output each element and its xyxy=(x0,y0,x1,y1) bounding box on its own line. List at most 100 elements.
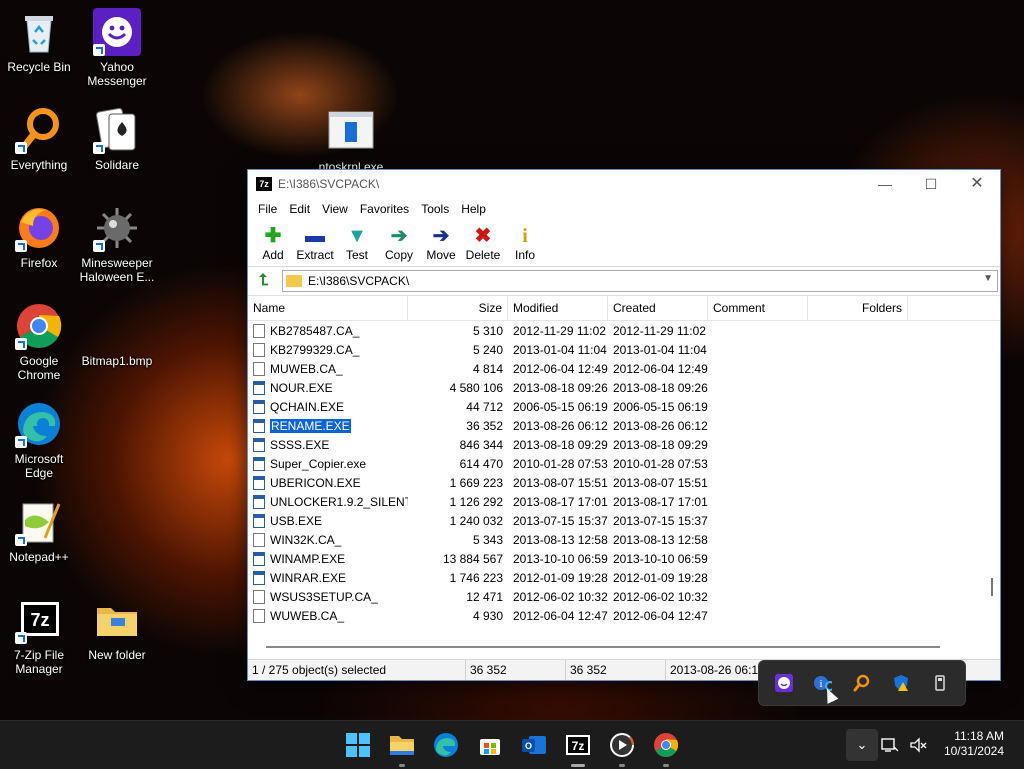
column-modified[interactable]: Modified xyxy=(508,296,608,320)
column-size[interactable]: Size xyxy=(408,296,508,320)
media-player-taskbar[interactable] xyxy=(606,729,638,767)
folder-up-button[interactable]: ⮤ xyxy=(252,270,276,292)
desktop-icon-ntoskrnl[interactable]: ntoskrnl.exe xyxy=(312,108,390,174)
minimize-button[interactable]: — xyxy=(862,170,908,198)
column-created[interactable]: Created xyxy=(608,296,708,320)
exe-file-icon xyxy=(327,108,375,156)
address-field[interactable]: E:\I386\SVCPACK\ ▼ xyxy=(282,270,998,292)
desktop-icon-minesweeper[interactable]: Minesweeper Haloween E... xyxy=(78,204,156,284)
store-taskbar[interactable] xyxy=(474,729,506,761)
file-row[interactable]: UBERICON.EXE 1 669 223 2013-08-07 15:51 201… xyxy=(248,473,1000,492)
network-icon[interactable] xyxy=(878,729,902,761)
defender-warning-icon[interactable] xyxy=(892,674,910,692)
file-icon xyxy=(253,361,265,376)
sevenzip-window: 7z E:\I386\SVCPACK\ — ☐ ✕ File Edit View… xyxy=(247,169,1001,681)
file-row[interactable]: SSSS.EXE 846 344 2013-08-18 09:29 2013-08-1… xyxy=(248,435,1000,454)
menu-view[interactable]: View xyxy=(316,202,354,216)
file-row[interactable]: UNLOCKER1.9.2_SILENT... 1 126 292 2013-08-… xyxy=(248,492,1000,511)
file-row[interactable]: QCHAIN.EXE 44 712 2006-05-15 06:19 2006-05-… xyxy=(248,397,1000,416)
exe-file-icon xyxy=(253,494,265,509)
desktop-icon-yahoo-messenger[interactable]: Yahoo Messenger xyxy=(78,8,156,88)
file-row[interactable]: Super_Copier.exe 614 470 2010-01-28 07:53 2… xyxy=(248,454,1000,473)
file-row[interactable]: MUWEB.CA_ 4 814 2012-06-04 12:49 2012-06-04… xyxy=(248,359,1000,378)
shortcut-arrow-icon xyxy=(15,240,27,252)
desktop-icon-edge[interactable]: Microsoft Edge xyxy=(0,400,78,480)
move-icon: ➔ xyxy=(432,225,450,247)
file-created: 2012-01-09 19:28 xyxy=(613,570,708,585)
scrollbar-thumb[interactable] xyxy=(991,578,993,596)
column-name[interactable]: Name xyxy=(248,296,408,320)
file-created: 2013-08-07 15:51 xyxy=(613,475,708,490)
copy-button[interactable]: ➔ Copy xyxy=(378,220,420,262)
file-row[interactable]: WSUS3SETUP.CA_ 12 471 2012-06-02 10:32 2012… xyxy=(248,587,1000,606)
status-size: 36 352 xyxy=(466,660,566,680)
desktop-icon-label: 7-Zip File Manager xyxy=(13,648,64,676)
horizontal-scrollbar[interactable] xyxy=(266,646,940,648)
desktop-icon-everything[interactable]: Everything xyxy=(0,106,78,172)
start-button[interactable] xyxy=(342,729,374,761)
file-name-cell: KB2799329.CA_ xyxy=(248,342,408,357)
search-tray-icon[interactable] xyxy=(853,674,871,692)
desktop-icon-7zip[interactable]: 7z 7-Zip File Manager xyxy=(0,596,78,676)
address-bar: ⮤ E:\I386\SVCPACK\ ▼ xyxy=(248,267,1000,296)
file-explorer-taskbar[interactable] xyxy=(386,729,418,767)
clock[interactable]: 11:18 AM 10/31/2024 xyxy=(944,729,1004,759)
menu-favorites[interactable]: Favorites xyxy=(354,202,415,216)
menu-file[interactable]: File xyxy=(252,202,283,216)
file-name-cell: WIN32K.CA_ xyxy=(248,532,408,547)
file-size: 1 746 223 xyxy=(449,570,503,585)
running-indicator xyxy=(663,764,669,767)
file-name: KB2799329.CA_ xyxy=(270,342,360,357)
edge-taskbar[interactable] xyxy=(430,729,462,761)
desktop-icon-new-folder[interactable]: New folder xyxy=(78,596,156,662)
volume-muted-icon[interactable] xyxy=(906,729,930,761)
file-modified: 2010-01-28 07:53 xyxy=(513,456,608,471)
add-button[interactable]: ✚ Add xyxy=(252,220,294,262)
file-row[interactable]: WINRAR.EXE 1 746 223 2012-01-09 19:28 2012-… xyxy=(248,568,1000,587)
file-modified: 2013-08-26 06:12 xyxy=(513,418,608,433)
column-folders[interactable]: Folders xyxy=(808,296,908,320)
desktop-icon-firefox[interactable]: Firefox xyxy=(0,204,78,270)
desktop-icon-chrome[interactable]: Google Chrome xyxy=(0,302,78,382)
extract-button[interactable]: ▬ Extract xyxy=(294,220,336,262)
delete-button[interactable]: ✖ Delete xyxy=(462,220,504,262)
file-row[interactable]: NOUR.EXE 4 580 106 2013-08-18 09:26 2013-08… xyxy=(248,378,1000,397)
move-button[interactable]: ➔ Move xyxy=(420,220,462,262)
desktop-icon-recycle-bin[interactable]: Recycle Bin xyxy=(0,8,78,74)
menu-edit[interactable]: Edit xyxy=(283,202,316,216)
desktop-icon-notepadpp[interactable]: Notepad++ xyxy=(0,498,78,564)
test-button[interactable]: ▼ Test xyxy=(336,220,378,262)
usb-eject-icon[interactable] xyxy=(931,674,949,692)
show-hidden-icons-button[interactable]: ⌄ xyxy=(846,729,878,761)
file-created: 2013-10-10 06:59 xyxy=(613,551,708,566)
file-row[interactable]: WUWEB.CA_ 4 930 2012-06-04 12:47 2012-06-04… xyxy=(248,606,1000,625)
clock-date: 10/31/2024 xyxy=(943,744,1004,758)
yahoo-messenger-tray-icon[interactable] xyxy=(775,674,794,692)
maximize-button[interactable]: ☐ xyxy=(908,170,954,198)
column-headers: Name Size Modified Created Comment Folde… xyxy=(248,296,1000,321)
outlook-taskbar[interactable]: O xyxy=(518,729,550,761)
move-label: Move xyxy=(426,248,456,262)
menu-help[interactable]: Help xyxy=(455,202,492,216)
file-row[interactable]: USB.EXE 1 240 032 2013-07-15 15:37 2013-07-… xyxy=(248,511,1000,530)
file-row[interactable]: WINAMP.EXE 13 884 567 2013-10-10 06:59 2013… xyxy=(248,549,1000,568)
info-button[interactable]: i Info xyxy=(504,220,546,262)
file-modified: 2012-06-04 12:49 xyxy=(513,361,608,376)
file-row[interactable]: KB2785487.CA_ 5 310 2012-11-29 11:02 2012-1… xyxy=(248,321,1000,340)
desktop-icon-solidare[interactable]: Solidare xyxy=(78,106,156,172)
vertical-scrollbar[interactable] xyxy=(988,278,996,618)
menu-tools[interactable]: Tools xyxy=(415,202,455,216)
chrome-taskbar[interactable] xyxy=(650,729,682,767)
sevenzip-taskbar[interactable]: 7z xyxy=(562,729,594,767)
desktop-icon-bitmap[interactable]: Bitmap1.bmp xyxy=(78,302,156,368)
file-created: 2013-08-17 17:01 xyxy=(613,494,708,509)
up-arrow-icon: ⮤ xyxy=(259,272,269,289)
file-row[interactable]: WIN32K.CA_ 5 343 2013-08-13 12:58 2013-08-1… xyxy=(248,530,1000,549)
file-row[interactable]: RENAME.EXE 36 352 2013-08-26 06:12 2013-08-… xyxy=(248,416,1000,435)
column-comment[interactable]: Comment xyxy=(708,296,808,320)
title-bar[interactable]: 7z E:\I386\SVCPACK\ — ☐ ✕ xyxy=(248,170,1000,198)
file-row[interactable]: KB2799329.CA_ 5 240 2013-01-04 11:04 2013-0… xyxy=(248,340,1000,359)
file-modified: 2012-06-04 12:47 xyxy=(513,608,608,623)
yahoo-messenger-icon xyxy=(93,8,141,56)
close-button[interactable]: ✕ xyxy=(954,170,1000,198)
